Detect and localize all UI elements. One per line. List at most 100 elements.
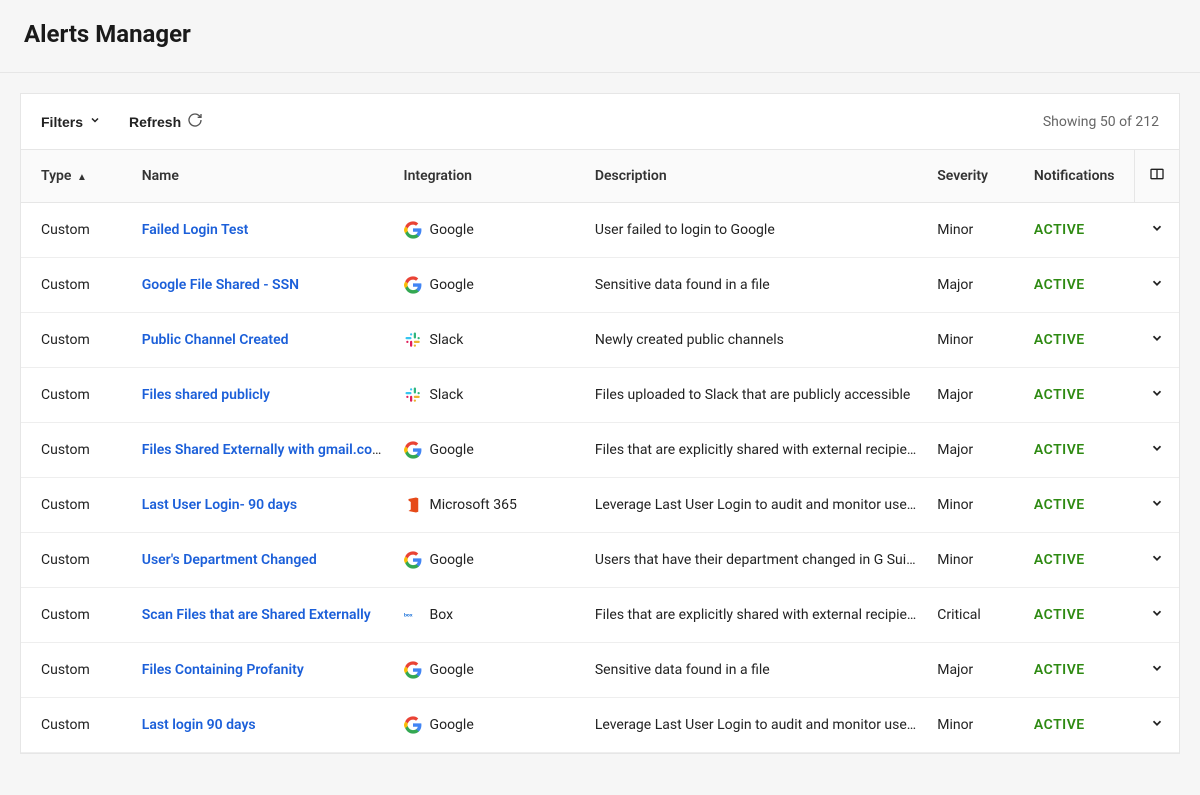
alert-name-link[interactable]: Files Containing Profanity bbox=[142, 662, 304, 678]
showing-count: Showing 50 of 212 bbox=[1043, 114, 1159, 130]
cell-description: Users that have their department changed… bbox=[585, 533, 927, 588]
alerts-table: Type ▲ Name Integration Description Seve… bbox=[21, 150, 1179, 753]
chevron-down-icon bbox=[1150, 276, 1164, 290]
google-icon bbox=[404, 276, 422, 294]
page-title: Alerts Manager bbox=[24, 20, 1176, 48]
cell-description: Files that are explicitly shared with ex… bbox=[585, 423, 927, 478]
alert-name-link[interactable]: Failed Login Test bbox=[142, 222, 249, 238]
notification-status: ACTIVE bbox=[1034, 552, 1085, 568]
cell-integration: Slack bbox=[394, 368, 585, 423]
filters-button[interactable]: Filters bbox=[41, 110, 101, 134]
cell-notifications: ACTIVE bbox=[1024, 368, 1135, 423]
cell-integration: Microsoft 365 bbox=[394, 478, 585, 533]
cell-type: Custom bbox=[21, 368, 132, 423]
expand-row-button[interactable] bbox=[1135, 643, 1179, 698]
alert-name-link[interactable]: Public Channel Created bbox=[142, 332, 289, 348]
cell-severity: Major bbox=[927, 368, 1024, 423]
cell-integration: Google bbox=[394, 423, 585, 478]
google-icon bbox=[404, 441, 422, 459]
cell-name: Scan Files that are Shared Externally bbox=[132, 588, 394, 643]
cell-integration: Slack bbox=[394, 313, 585, 368]
table-row: CustomScan Files that are Shared Externa… bbox=[21, 588, 1179, 643]
alert-name-link[interactable]: User's Department Changed bbox=[142, 552, 317, 568]
integration-label: Microsoft 365 bbox=[430, 497, 517, 513]
cell-description: Newly created public channels bbox=[585, 313, 927, 368]
sort-asc-icon: ▲ bbox=[77, 172, 87, 183]
refresh-button[interactable]: Refresh bbox=[129, 108, 203, 135]
expand-row-button[interactable] bbox=[1135, 423, 1179, 478]
alert-name-link[interactable]: Last User Login- 90 days bbox=[142, 497, 297, 513]
alert-name-link[interactable]: Files Shared Externally with gmail.com bbox=[142, 442, 384, 458]
cell-notifications: ACTIVE bbox=[1024, 203, 1135, 258]
notification-status: ACTIVE bbox=[1034, 332, 1085, 348]
cell-type: Custom bbox=[21, 203, 132, 258]
alert-name-link[interactable]: Scan Files that are Shared Externally bbox=[142, 607, 371, 623]
cell-name: Files Shared Externally with gmail.com bbox=[132, 423, 394, 478]
table-header-row: Type ▲ Name Integration Description Seve… bbox=[21, 150, 1179, 203]
chevron-down-icon bbox=[89, 113, 101, 129]
cell-notifications: ACTIVE bbox=[1024, 423, 1135, 478]
cell-description: User failed to login to Google bbox=[585, 203, 927, 258]
chevron-down-icon bbox=[1150, 716, 1164, 730]
chevron-down-icon bbox=[1150, 496, 1164, 510]
column-settings-button[interactable] bbox=[1135, 150, 1179, 203]
cell-type: Custom bbox=[21, 698, 132, 753]
col-header-description[interactable]: Description bbox=[585, 150, 927, 203]
col-header-integration[interactable]: Integration bbox=[394, 150, 585, 203]
notification-status: ACTIVE bbox=[1034, 442, 1085, 458]
cell-notifications: ACTIVE bbox=[1024, 588, 1135, 643]
expand-row-button[interactable] bbox=[1135, 203, 1179, 258]
cell-name: Google File Shared - SSN bbox=[132, 258, 394, 313]
table-row: Custom User's Department Changed Google Use… bbox=[21, 533, 1179, 588]
expand-row-button[interactable] bbox=[1135, 533, 1179, 588]
expand-row-button[interactable] bbox=[1135, 478, 1179, 533]
expand-row-button[interactable] bbox=[1135, 588, 1179, 643]
google-icon bbox=[404, 716, 422, 734]
expand-row-button[interactable] bbox=[1135, 698, 1179, 753]
integration-label: Google bbox=[430, 222, 474, 238]
google-icon bbox=[404, 551, 422, 569]
cell-name: User's Department Changed bbox=[132, 533, 394, 588]
notification-status: ACTIVE bbox=[1034, 387, 1085, 403]
cell-type: Custom bbox=[21, 478, 132, 533]
toolbar: Filters Refresh Showing 50 of 212 bbox=[21, 94, 1179, 150]
cell-type: Custom bbox=[21, 533, 132, 588]
cell-integration: Google bbox=[394, 643, 585, 698]
col-header-notifications[interactable]: Notifications bbox=[1024, 150, 1135, 203]
integration-label: Google bbox=[430, 552, 474, 568]
chevron-down-icon bbox=[1150, 221, 1164, 235]
alert-name-link[interactable]: Last login 90 days bbox=[142, 717, 256, 733]
cell-name: Public Channel Created bbox=[132, 313, 394, 368]
cell-type: Custom bbox=[21, 643, 132, 698]
notification-status: ACTIVE bbox=[1034, 717, 1085, 733]
cell-notifications: ACTIVE bbox=[1024, 643, 1135, 698]
integration-label: Slack bbox=[430, 387, 464, 403]
filters-label: Filters bbox=[41, 114, 83, 130]
table-scroll[interactable]: Type ▲ Name Integration Description Seve… bbox=[21, 150, 1179, 753]
expand-row-button[interactable] bbox=[1135, 368, 1179, 423]
cell-integration: boxBox bbox=[394, 588, 585, 643]
chevron-down-icon bbox=[1150, 441, 1164, 455]
expand-row-button[interactable] bbox=[1135, 258, 1179, 313]
cell-description: Leverage Last User Login to audit and mo… bbox=[585, 698, 927, 753]
table-row: Custom Last login 90 days Google Leverage L… bbox=[21, 698, 1179, 753]
expand-row-button[interactable] bbox=[1135, 313, 1179, 368]
alert-name-link[interactable]: Files shared publicly bbox=[142, 387, 270, 403]
cell-severity: Major bbox=[927, 423, 1024, 478]
table-row: Custom Last User Login- 90 days Microsoft … bbox=[21, 478, 1179, 533]
chevron-down-icon bbox=[1150, 661, 1164, 675]
cell-description: Sensitive data found in a file bbox=[585, 258, 927, 313]
col-header-name[interactable]: Name bbox=[132, 150, 394, 203]
col-header-severity[interactable]: Severity bbox=[927, 150, 1024, 203]
col-header-type[interactable]: Type ▲ bbox=[21, 150, 132, 203]
chevron-down-icon bbox=[1150, 331, 1164, 345]
integration-label: Slack bbox=[430, 332, 464, 348]
google-icon bbox=[404, 661, 422, 679]
cell-type: Custom bbox=[21, 313, 132, 368]
alert-name-link[interactable]: Google File Shared - SSN bbox=[142, 277, 299, 293]
cell-notifications: ACTIVE bbox=[1024, 258, 1135, 313]
integration-label: Google bbox=[430, 717, 474, 733]
table-row: CustomGoogle File Shared - SSNGoogleSens… bbox=[21, 258, 1179, 313]
integration-label: Google bbox=[430, 662, 474, 678]
alerts-panel: Filters Refresh Showing 50 of 212 Type bbox=[20, 93, 1180, 754]
